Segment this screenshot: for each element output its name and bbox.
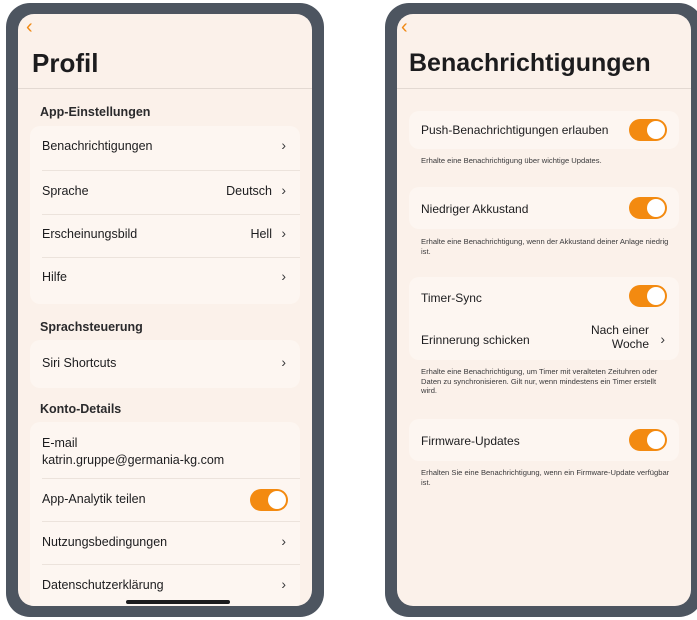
- email-label: E-mail: [42, 436, 78, 450]
- row-app-analytik: App-Analytik teilen: [30, 479, 300, 521]
- reminder-label: Erinnerung schicken: [421, 333, 530, 347]
- page-title: Profil: [32, 48, 99, 78]
- siri-card: Siri Shortcuts ›: [30, 340, 300, 388]
- firmware-description: Erhalten Sie eine Benachrichtigung, wenn…: [421, 468, 670, 487]
- push-description: Erhalte eine Benachrichtigung über wicht…: [421, 156, 602, 165]
- toggle-knob: [647, 121, 665, 139]
- chevron-right-icon: ›: [281, 576, 286, 592]
- firmware-card: Firmware-Updates: [409, 419, 679, 461]
- row-label: Nutzungsbedingungen: [42, 535, 168, 549]
- chevron-right-icon: ›: [281, 137, 286, 153]
- chevron-left-icon[interactable]: ‹: [401, 17, 408, 37]
- profil-screen: ‹ Profil App-Einstellungen Benachrichtig…: [18, 14, 312, 606]
- timer-card: Timer-Sync Erinnerung schicken Nach eine…: [409, 277, 679, 360]
- row-hilfe[interactable]: Hilfe ›: [30, 257, 300, 299]
- row-nutzungsbedingungen[interactable]: Nutzungsbedingungen ›: [30, 522, 300, 564]
- chevron-left-icon[interactable]: ‹: [26, 17, 33, 37]
- email-value: katrin.gruppe@germania-kg.com: [42, 453, 225, 467]
- row-sprache[interactable]: Sprache Deutsch ›: [30, 171, 300, 213]
- chevron-right-icon: ›: [660, 331, 665, 347]
- reminder-value: Nach einer Woche: [590, 323, 649, 351]
- push-card: Push-Benachrichtigungen erlauben: [409, 111, 679, 149]
- app-settings-card: Benachrichtigungen › Sprache Deutsch › E…: [30, 126, 300, 304]
- section-header-konto: Konto-Details: [40, 402, 122, 416]
- phone-frame-benachrichtigungen: ‹ Benachrichtigungen Push-Benachrichtigu…: [385, 3, 697, 617]
- chevron-right-icon: ›: [281, 354, 286, 370]
- timer-toggle[interactable]: [629, 285, 667, 307]
- phone-frame-profil: ‹ Profil App-Einstellungen Benachrichtig…: [6, 3, 324, 617]
- page-title: Benachrichtigungen: [409, 49, 651, 77]
- row-erscheinungsbild[interactable]: Erscheinungsbild Hell ›: [30, 214, 300, 256]
- header-divider: [397, 88, 691, 89]
- row-label: App-Analytik teilen: [42, 492, 146, 506]
- row-siri-shortcuts[interactable]: Siri Shortcuts ›: [30, 343, 300, 385]
- analytics-toggle[interactable]: [250, 489, 288, 511]
- battery-toggle[interactable]: [629, 197, 667, 219]
- toggle-knob: [647, 199, 665, 217]
- row-label: Datenschutzerklärung: [42, 578, 164, 592]
- section-header-app: App-Einstellungen: [40, 105, 151, 119]
- row-label: Sprache: [42, 184, 89, 198]
- push-label: Push-Benachrichtigungen erlauben: [421, 123, 609, 137]
- battery-description: Erhalte eine Benachrichtigung, wenn der …: [421, 237, 669, 256]
- toggle-knob: [647, 431, 665, 449]
- firmware-toggle[interactable]: [629, 429, 667, 451]
- email-row: E-mail katrin.gruppe@germania-kg.com: [42, 435, 224, 469]
- row-label: Hilfe: [42, 270, 68, 284]
- toggle-knob: [647, 287, 665, 305]
- home-indicator: [126, 600, 230, 604]
- benachrichtigungen-screen: ‹ Benachrichtigungen Push-Benachrichtigu…: [397, 14, 691, 606]
- chevron-right-icon: ›: [281, 533, 286, 549]
- header-divider: [18, 88, 312, 89]
- timer-description: Erhalte eine Benachrichtigung, um Timer …: [421, 367, 658, 395]
- chevron-right-icon: ›: [281, 225, 286, 241]
- account-card: E-mail katrin.gruppe@germania-kg.com App…: [30, 422, 300, 606]
- chevron-right-icon: ›: [281, 268, 286, 284]
- row-benachrichtigungen[interactable]: Benachrichtigungen ›: [30, 126, 300, 168]
- battery-card: Niedriger Akkustand: [409, 187, 679, 229]
- battery-label: Niedriger Akkustand: [421, 202, 529, 216]
- row-label: Erscheinungsbild: [42, 227, 138, 241]
- reminder-row[interactable]: Erinnerung schicken Nach einer Woche ›: [409, 317, 679, 357]
- row-value: Hell: [250, 227, 272, 241]
- section-header-siri: Sprachsteuerung: [40, 320, 143, 334]
- row-label: Benachrichtigungen: [42, 139, 153, 153]
- firmware-label: Firmware-Updates: [421, 434, 520, 448]
- push-toggle[interactable]: [629, 119, 667, 141]
- timer-label: Timer-Sync: [421, 291, 482, 305]
- row-value: Deutsch: [226, 184, 272, 198]
- toggle-knob: [268, 491, 286, 509]
- row-label: Siri Shortcuts: [42, 356, 117, 370]
- chevron-right-icon: ›: [281, 182, 286, 198]
